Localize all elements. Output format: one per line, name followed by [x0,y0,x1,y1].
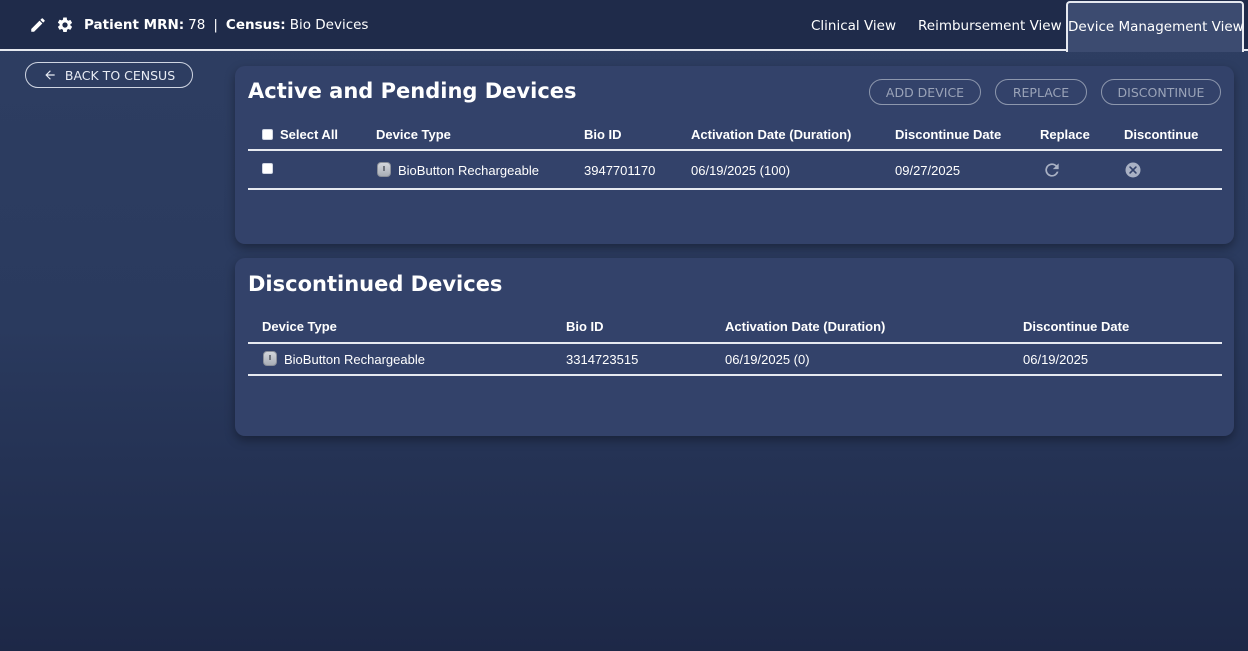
table-row-divider [248,374,1222,376]
row-checkbox[interactable] [262,163,273,174]
column-header-discontinue-date: Discontinue Date [895,127,1002,142]
discontinue-button[interactable]: DISCONTINUE [1101,79,1221,105]
column-header-activation-date: Activation Date (Duration) [691,127,852,142]
active-panel-title: Active and Pending Devices [248,79,577,103]
census-value: Bio Devices [289,17,369,33]
discontinue-date-cell: 06/19/2025 [1023,352,1089,367]
select-all-checkbox[interactable] [262,129,273,140]
biobutton-device-icon [377,162,391,177]
replace-button[interactable]: REPLACE [995,79,1087,105]
table-header-divider [248,149,1222,151]
add-device-button[interactable]: ADD DEVICE [869,79,981,105]
active-devices-panel: Active and Pending Devices ADD DEVICE RE… [235,66,1234,244]
back-to-census-button[interactable]: BACK TO CENSUS [25,62,193,88]
column-header-discontinue-date: Discontinue Date [1023,319,1130,334]
census-label: Census: [225,17,286,33]
tab-reimbursement-view[interactable]: Reimbursement View [918,18,1062,34]
column-header-replace: Replace [1040,127,1090,142]
column-header-bio-id: Bio ID [566,319,604,334]
patient-mrn-label: Patient MRN: [84,17,185,33]
discontinued-devices-panel: Discontinued Devices Device Type Bio ID … [235,258,1234,436]
refresh-icon[interactable] [1042,160,1062,180]
tab-clinical-view[interactable]: Clinical View [811,18,896,34]
edit-icon[interactable] [29,16,47,34]
back-button-label: BACK TO CENSUS [64,67,176,83]
discontinued-panel-title: Discontinued Devices [248,272,503,296]
device-type-cell: BioButton Rechargeable [284,352,425,367]
header-separator: | [213,17,218,33]
column-header-bio-id: Bio ID [584,127,622,142]
device-type-cell: BioButton Rechargeable [398,163,539,178]
table-header-divider [248,342,1222,344]
column-header-activation-date: Activation Date (Duration) [725,319,886,334]
column-header-device-type: Device Type [376,127,451,142]
tab-device-management-view[interactable]: Device Management View [1066,1,1244,52]
bio-id-cell: 3947701170 [584,163,656,178]
table-row-divider [248,188,1222,190]
gear-icon[interactable] [56,16,74,34]
activation-date-cell: 06/19/2025 (100) [691,163,791,178]
column-header-discontinue: Discontinue [1124,127,1199,142]
discontinue-date-cell: 09/27/2025 [895,163,961,178]
bio-id-cell: 3314723515 [566,352,639,367]
top-bar: Patient MRN: 78 | Census: Bio Devices Clinic… [0,0,1248,52]
biobutton-device-icon [263,351,277,366]
column-header-select-all[interactable]: Select All [280,127,338,142]
column-header-device-type: Device Type [262,319,337,334]
activation-date-cell: 06/19/2025 (0) [725,352,810,367]
patient-mrn-value: 78 [188,17,206,33]
close-circle-icon[interactable] [1123,160,1143,180]
arrow-left-icon [45,70,55,80]
patient-info: Patient MRN: 78 | Census: Bio Devices [84,17,368,33]
